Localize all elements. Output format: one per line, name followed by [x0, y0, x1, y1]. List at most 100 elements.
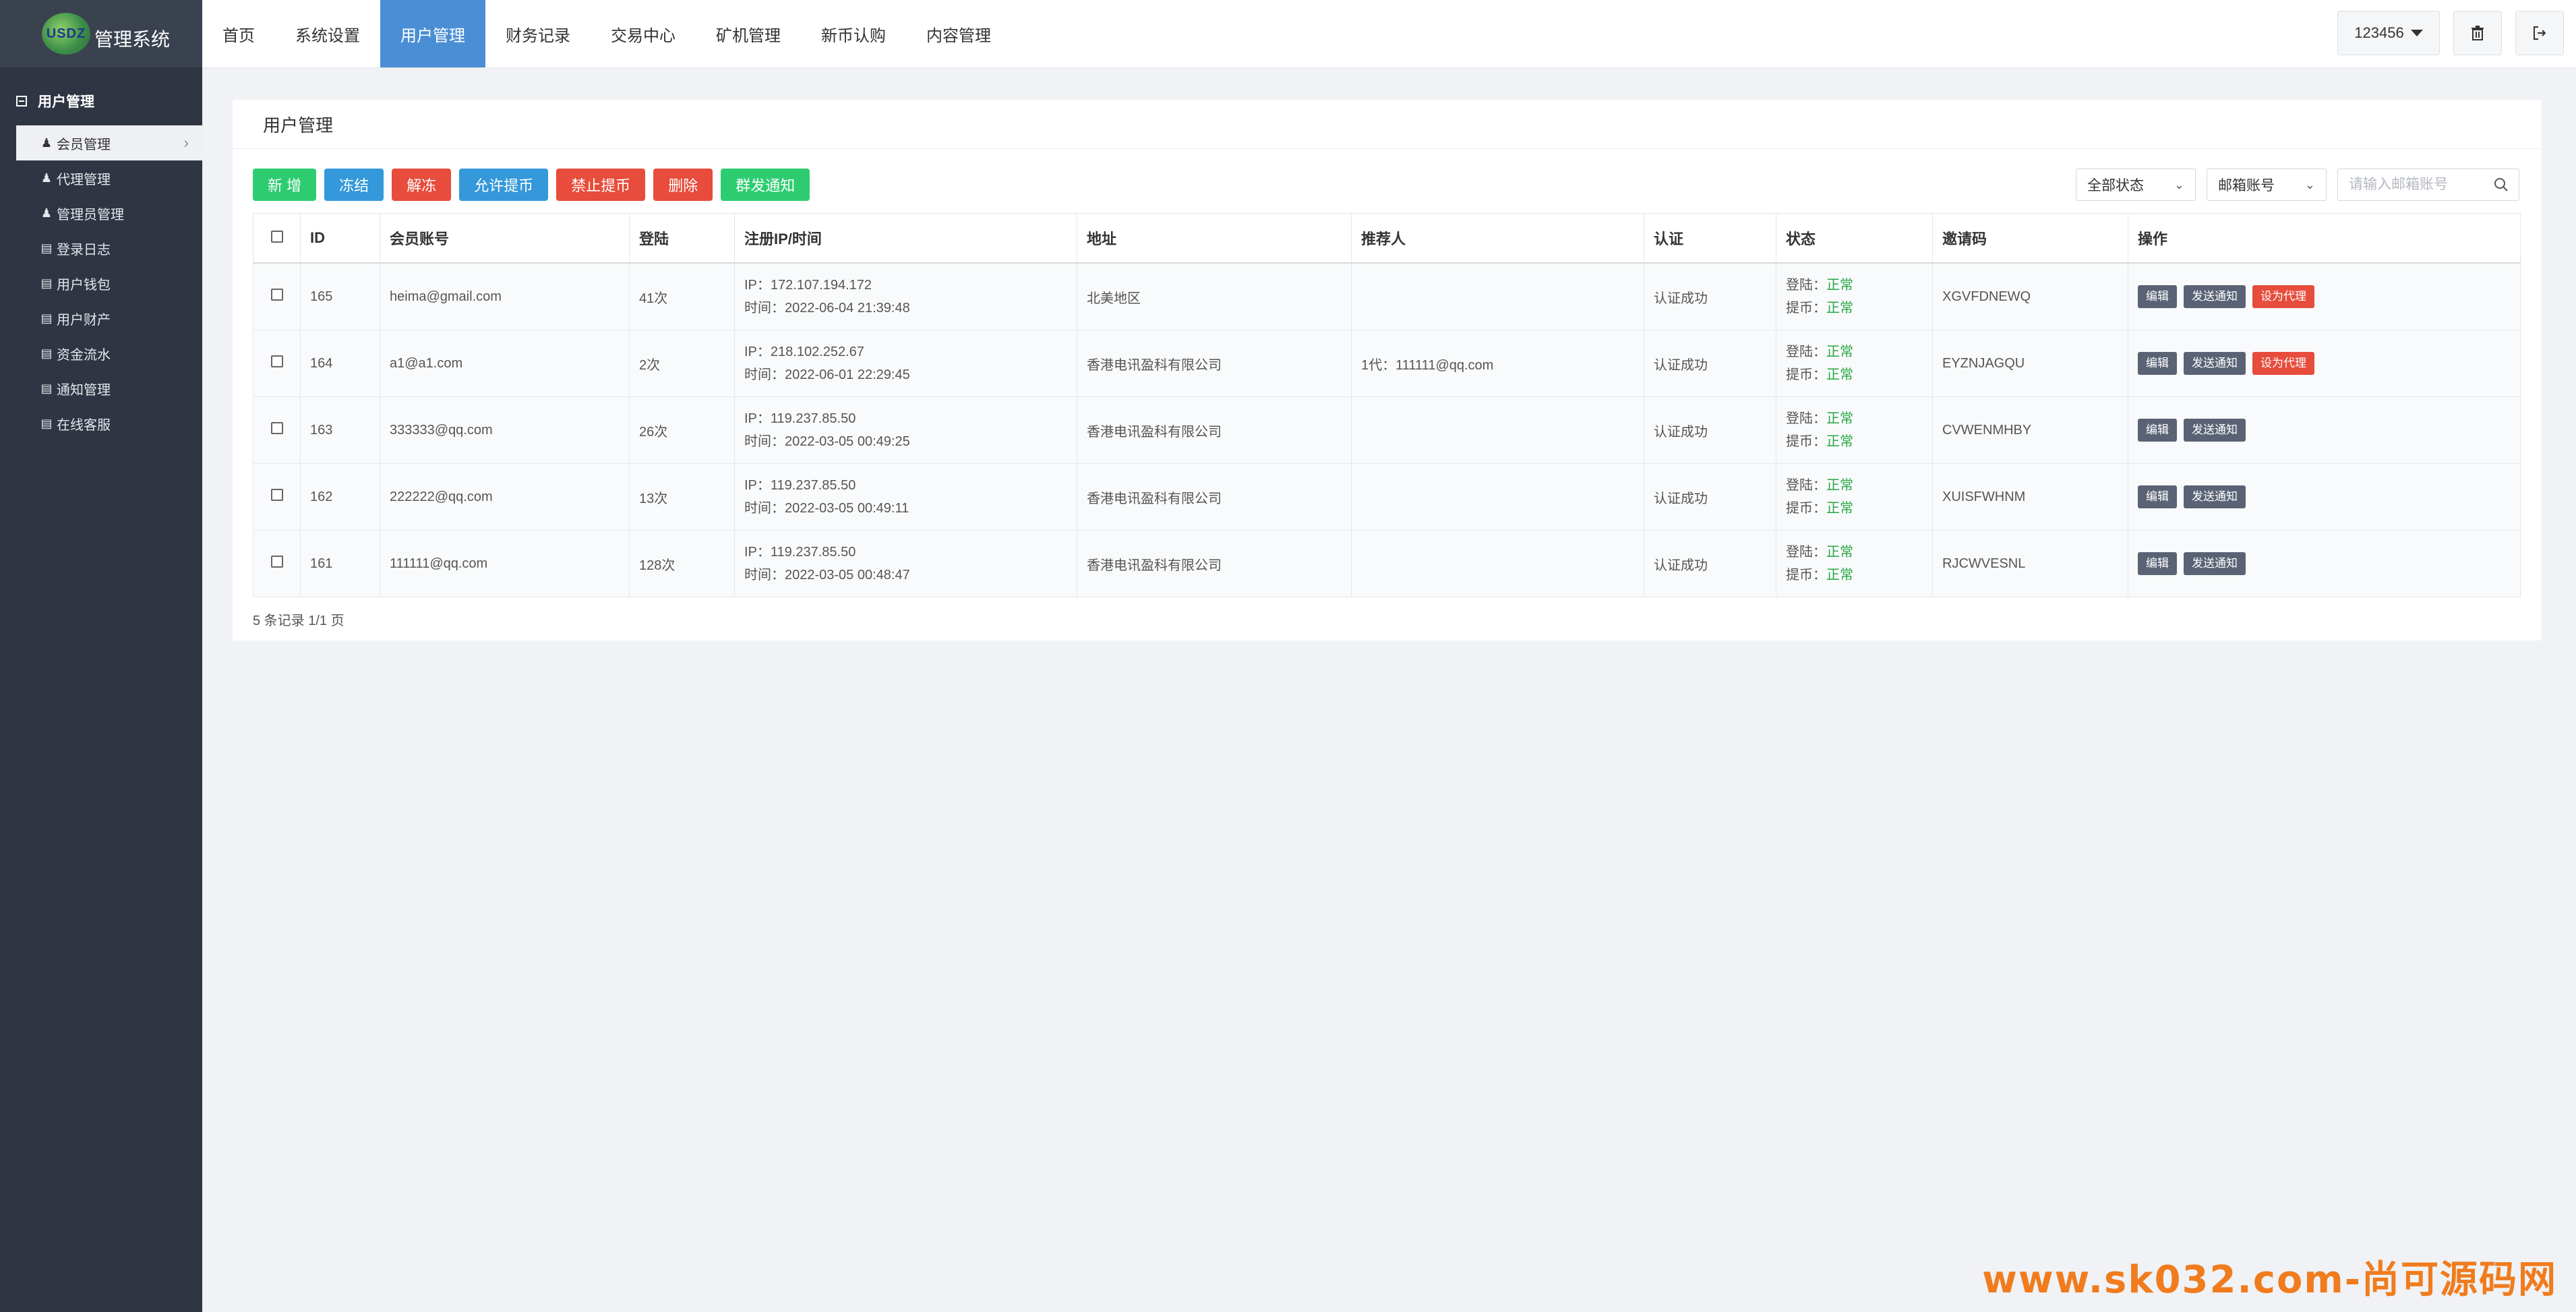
login-status-label: 登陆：	[1786, 278, 1826, 293]
sidebar-item-wallets[interactable]: ▤ 用户钱包	[0, 266, 202, 301]
nav-settings[interactable]: 系统设置	[275, 0, 380, 67]
col-address[interactable]: 地址	[1077, 213, 1352, 264]
row-select-cell	[253, 463, 301, 531]
search-icon[interactable]	[2493, 177, 2509, 193]
table-row: 163 333333@qq.com 26次 IP：119.237.85.50 时间…	[253, 396, 2521, 464]
sidebar-item-login-log[interactable]: ▤ 登录日志	[0, 231, 202, 266]
unfreeze-button[interactable]: 解冻	[392, 169, 452, 201]
sidebar-item-agents[interactable]: ♟ 代理管理	[0, 160, 202, 196]
row-checkbox[interactable]	[270, 289, 283, 301]
sidebar-item-label: 管理员管理	[57, 207, 124, 222]
sidebar-group-users[interactable]: 用户管理	[0, 67, 202, 113]
edit-button[interactable]: 编辑	[2138, 485, 2177, 508]
edit-button[interactable]: 编辑	[2138, 285, 2177, 308]
delete-button[interactable]: 删除	[653, 169, 713, 201]
col-auth[interactable]: 认证	[1644, 213, 1776, 264]
set-agent-button[interactable]: 设为代理	[2252, 285, 2314, 308]
cell-reg: IP：218.102.252.67 时间：2022-06-01 22:29:45	[734, 330, 1077, 397]
list-icon: ▤	[40, 346, 53, 360]
sidebar-item-assets[interactable]: ▤ 用户财产	[0, 301, 202, 336]
cell-account[interactable]: 111111@qq.com	[380, 530, 630, 597]
cell-account[interactable]: 333333@qq.com	[380, 396, 630, 464]
sidebar: USDZ 管理系统 用户管理 ♟ 会员管理 › ♟ 代理管理 ♟ 管理员管理 ▤…	[0, 0, 202, 1312]
cell-id: 163	[300, 396, 380, 464]
row-checkbox[interactable]	[270, 556, 283, 568]
cell-auth: 认证成功	[1644, 396, 1776, 464]
status-select[interactable]: 全部状态 ⌄	[2076, 169, 2196, 201]
nav-content[interactable]: 内容管理	[906, 0, 1011, 67]
reg-time: 时间：2022-03-05 00:49:25	[744, 434, 910, 449]
cell-account[interactable]: 222222@qq.com	[380, 463, 630, 531]
col-invite[interactable]: 邀请码	[1932, 213, 2128, 264]
sidebar-item-fund-flow[interactable]: ▤ 资金流水	[0, 336, 202, 371]
nav-subscription[interactable]: 新币认购	[801, 0, 906, 67]
sidebar-item-label: 在线客服	[57, 417, 111, 433]
freeze-button[interactable]: 冻结	[324, 169, 384, 201]
sidebar-item-label: 通知管理	[57, 382, 111, 398]
cell-address: 香港电讯盈科有限公司	[1077, 330, 1352, 397]
col-account[interactable]: 会员账号	[380, 213, 630, 264]
nav-home[interactable]: 首页	[202, 0, 275, 67]
field-select-value: 邮箱账号	[2218, 178, 2275, 193]
cell-referrer	[1351, 262, 1644, 330]
sidebar-item-members[interactable]: ♟ 会员管理 ›	[16, 125, 202, 160]
send-notice-button[interactable]: 发送通知	[2184, 285, 2246, 308]
reg-time: 时间：2022-03-05 00:48:47	[744, 568, 910, 583]
broadcast-button[interactable]: 群发通知	[721, 169, 810, 201]
cell-account[interactable]: heima@gmail.com	[380, 262, 630, 330]
table-row: 165 heima@gmail.com 41次 IP：172.107.194.1…	[253, 262, 2521, 330]
row-checkbox[interactable]	[270, 422, 283, 434]
col-reg[interactable]: 注册IP/时间	[734, 213, 1077, 264]
send-notice-button[interactable]: 发送通知	[2184, 352, 2246, 375]
row-checkbox[interactable]	[270, 355, 283, 367]
send-notice-button[interactable]: 发送通知	[2184, 419, 2246, 442]
sidebar-item-support[interactable]: ▤ 在线客服	[0, 406, 202, 441]
send-notice-button[interactable]: 发送通知	[2184, 485, 2246, 508]
cell-auth: 认证成功	[1644, 530, 1776, 597]
cell-logins: 26次	[629, 396, 735, 464]
cell-ops: 编辑 发送通知 设为代理	[2128, 262, 2521, 330]
row-select-cell	[253, 262, 301, 330]
sidebar-item-notices[interactable]: ▤ 通知管理	[0, 371, 202, 406]
col-id[interactable]: ID	[300, 213, 380, 264]
nav-trade[interactable]: 交易中心	[591, 0, 696, 67]
col-logins[interactable]: 登陆	[629, 213, 735, 264]
set-agent-button[interactable]: 设为代理	[2252, 352, 2314, 375]
field-select[interactable]: 邮箱账号 ⌄	[2207, 169, 2327, 201]
login-status-label: 登陆：	[1786, 478, 1826, 493]
select-all-checkbox[interactable]	[270, 231, 283, 243]
col-status[interactable]: 状态	[1776, 213, 1933, 264]
cell-invite: XUISFWHNM	[1932, 463, 2128, 531]
cell-address: 香港电讯盈科有限公司	[1077, 396, 1352, 464]
logo[interactable]: USDZ 管理系统	[0, 0, 202, 67]
reg-ip: IP：119.237.85.50	[744, 411, 856, 426]
edit-button[interactable]: 编辑	[2138, 552, 2177, 575]
nav-finance[interactable]: 财务记录	[485, 0, 591, 67]
user-menu-button[interactable]: 123456	[2337, 11, 2440, 55]
reg-ip: IP：119.237.85.50	[744, 478, 856, 493]
search-input[interactable]	[2347, 176, 2485, 193]
edit-button[interactable]: 编辑	[2138, 352, 2177, 375]
edit-button[interactable]: 编辑	[2138, 419, 2177, 442]
cell-id: 162	[300, 463, 380, 531]
col-referrer[interactable]: 推荐人	[1351, 213, 1644, 264]
logout-icon	[2534, 26, 2546, 40]
user-icon: ♟	[40, 206, 53, 220]
cell-ops: 编辑 发送通知	[2128, 463, 2521, 531]
reg-ip: IP：218.102.252.67	[744, 345, 864, 359]
sidebar-item-admins[interactable]: ♟ 管理员管理	[0, 196, 202, 231]
row-checkbox[interactable]	[270, 489, 283, 501]
user-icon: ♟	[40, 136, 53, 150]
nav-users[interactable]: 用户管理	[380, 0, 485, 67]
logout-button[interactable]	[2515, 11, 2564, 55]
forbid-withdraw-button[interactable]: 禁止提币	[556, 169, 646, 201]
reg-time: 时间：2022-06-04 21:39:48	[744, 301, 910, 316]
add-button[interactable]: 新 增	[253, 169, 317, 201]
login-status: 正常	[1826, 478, 1853, 493]
nav-miners[interactable]: 矿机管理	[696, 0, 801, 67]
allow-withdraw-button[interactable]: 允许提币	[459, 169, 549, 201]
login-status: 正常	[1826, 411, 1853, 426]
send-notice-button[interactable]: 发送通知	[2184, 552, 2246, 575]
clear-cache-button[interactable]	[2453, 11, 2502, 55]
cell-account[interactable]: a1@a1.com	[380, 330, 630, 397]
